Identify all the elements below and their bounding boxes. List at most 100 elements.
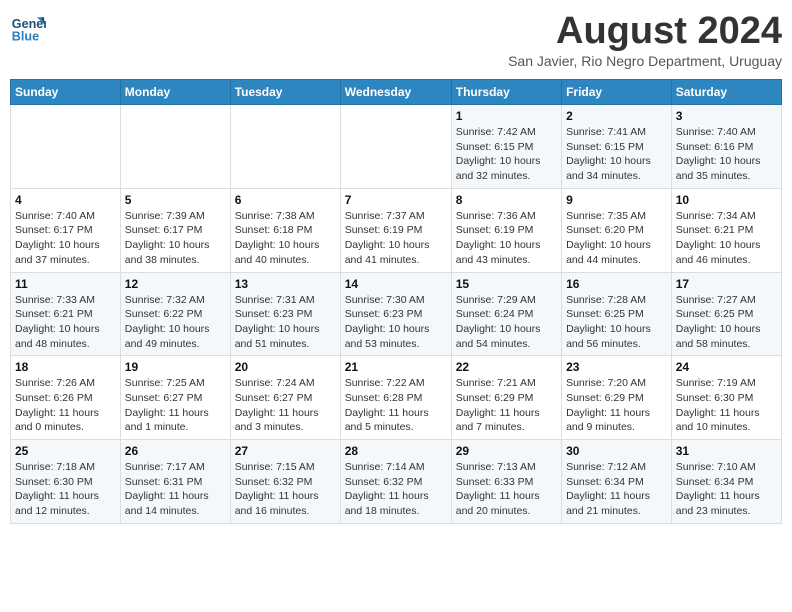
- page-header: General Blue August 2024 San Javier, Rio…: [10, 10, 782, 75]
- day-detail: Sunrise: 7:30 AM Sunset: 6:23 PM Dayligh…: [345, 293, 447, 352]
- calendar-cell: 4 Sunrise: 7:40 AM Sunset: 6:17 PM Daylig…: [11, 188, 121, 272]
- calendar-cell: 23Sunrise: 7:20 AM Sunset: 6:29 PM Dayli…: [562, 356, 672, 440]
- column-header-wednesday: Wednesday: [340, 80, 451, 105]
- title-block: August 2024 San Javier, Rio Negro Depart…: [508, 10, 782, 75]
- month-title: August 2024: [508, 10, 782, 53]
- day-detail: Sunrise: 7:15 AM Sunset: 6:32 PM Dayligh…: [235, 460, 336, 519]
- day-number: 6: [235, 193, 336, 207]
- calendar-cell: 21 Sunrise: 7:22 AM Sunset: 6:28 PM Dayli…: [340, 356, 451, 440]
- calendar-cell: 27 Sunrise: 7:15 AM Sunset: 6:32 PM Dayli…: [230, 440, 340, 524]
- column-header-friday: Friday: [562, 80, 672, 105]
- day-number: 7: [345, 193, 447, 207]
- calendar-week-1: 1 Sunrise: 7:42 AM Sunset: 6:15 PM Daylig…: [11, 105, 782, 189]
- day-number: 29: [456, 444, 557, 458]
- column-header-thursday: Thursday: [451, 80, 561, 105]
- calendar-cell: 17 Sunrise: 7:27 AM Sunset: 6:25 PM Dayli…: [671, 272, 781, 356]
- day-detail: Sunrise: 7:32 AM Sunset: 6:22 PM Dayligh…: [125, 293, 226, 352]
- day-detail: Sunrise: 7:35 AM Sunset: 6:20 PM Dayligh…: [566, 209, 667, 268]
- day-detail: Sunrise: 7:34 AM Sunset: 6:21 PM Dayligh…: [676, 209, 777, 268]
- day-number: 30: [566, 444, 667, 458]
- calendar-cell: 1 Sunrise: 7:42 AM Sunset: 6:15 PM Daylig…: [451, 105, 561, 189]
- svg-text:Blue: Blue: [12, 30, 39, 44]
- day-number: 24: [676, 360, 777, 374]
- day-number: 14: [345, 277, 447, 291]
- day-number: 13: [235, 277, 336, 291]
- day-number: 1: [456, 109, 557, 123]
- calendar-cell: 18 Sunrise: 7:26 AM Sunset: 6:26 PM Dayli…: [11, 356, 121, 440]
- calendar-cell: 20 Sunrise: 7:24 AM Sunset: 6:27 PM Dayli…: [230, 356, 340, 440]
- calendar-cell: 24 Sunrise: 7:19 AM Sunset: 6:30 PM Dayli…: [671, 356, 781, 440]
- calendar-week-4: 18 Sunrise: 7:26 AM Sunset: 6:26 PM Dayli…: [11, 356, 782, 440]
- day-detail: Sunrise: 7:40 AM Sunset: 6:16 PM Dayligh…: [676, 125, 777, 184]
- day-number: 19: [125, 360, 226, 374]
- calendar-cell: 8 Sunrise: 7:36 AM Sunset: 6:19 PM Daylig…: [451, 188, 561, 272]
- day-detail: Sunrise: 7:36 AM Sunset: 6:19 PM Dayligh…: [456, 209, 557, 268]
- day-detail: Sunrise: 7:28 AM Sunset: 6:25 PM Dayligh…: [566, 293, 667, 352]
- day-number: 21: [345, 360, 447, 374]
- calendar-cell: 15 Sunrise: 7:29 AM Sunset: 6:24 PM Dayli…: [451, 272, 561, 356]
- day-number: 26: [125, 444, 226, 458]
- column-header-sunday: Sunday: [11, 80, 121, 105]
- day-detail: Sunrise: 7:26 AM Sunset: 6:26 PM Dayligh…: [15, 376, 116, 435]
- day-number: 22: [456, 360, 557, 374]
- day-detail: Sunrise: 7:42 AM Sunset: 6:15 PM Dayligh…: [456, 125, 557, 184]
- day-detail: Sunrise: 7:19 AM Sunset: 6:30 PM Dayligh…: [676, 376, 777, 435]
- day-number: 10: [676, 193, 777, 207]
- day-number: 20: [235, 360, 336, 374]
- day-detail: Sunrise: 7:10 AM Sunset: 6:34 PM Dayligh…: [676, 460, 777, 519]
- calendar-cell: 30Sunrise: 7:12 AM Sunset: 6:34 PM Dayli…: [562, 440, 672, 524]
- day-detail: Sunrise: 7:40 AM Sunset: 6:17 PM Dayligh…: [15, 209, 116, 268]
- day-detail: Sunrise: 7:39 AM Sunset: 6:17 PM Dayligh…: [125, 209, 226, 268]
- calendar-cell: 29 Sunrise: 7:13 AM Sunset: 6:33 PM Dayli…: [451, 440, 561, 524]
- calendar-week-2: 4 Sunrise: 7:40 AM Sunset: 6:17 PM Daylig…: [11, 188, 782, 272]
- day-detail: Sunrise: 7:21 AM Sunset: 6:29 PM Dayligh…: [456, 376, 557, 435]
- calendar-cell: 22 Sunrise: 7:21 AM Sunset: 6:29 PM Dayli…: [451, 356, 561, 440]
- day-detail: Sunrise: 7:24 AM Sunset: 6:27 PM Dayligh…: [235, 376, 336, 435]
- calendar-cell: 9 Sunrise: 7:35 AM Sunset: 6:20 PM Daylig…: [562, 188, 672, 272]
- day-number: 16: [566, 277, 667, 291]
- day-number: 25: [15, 444, 116, 458]
- day-detail: Sunrise: 7:37 AM Sunset: 6:19 PM Dayligh…: [345, 209, 447, 268]
- calendar-table: SundayMondayTuesdayWednesdayThursdayFrid…: [10, 79, 782, 524]
- day-number: 4: [15, 193, 116, 207]
- day-number: 18: [15, 360, 116, 374]
- day-number: 28: [345, 444, 447, 458]
- calendar-cell: 2 Sunrise: 7:41 AM Sunset: 6:15 PM Daylig…: [562, 105, 672, 189]
- day-number: 9: [566, 193, 667, 207]
- day-number: 15: [456, 277, 557, 291]
- day-detail: Sunrise: 7:29 AM Sunset: 6:24 PM Dayligh…: [456, 293, 557, 352]
- day-detail: Sunrise: 7:13 AM Sunset: 6:33 PM Dayligh…: [456, 460, 557, 519]
- calendar-cell: [340, 105, 451, 189]
- day-detail: Sunrise: 7:22 AM Sunset: 6:28 PM Dayligh…: [345, 376, 447, 435]
- calendar-cell: 26 Sunrise: 7:17 AM Sunset: 6:31 PM Dayli…: [120, 440, 230, 524]
- day-detail: Sunrise: 7:17 AM Sunset: 6:31 PM Dayligh…: [125, 460, 226, 519]
- calendar-cell: [120, 105, 230, 189]
- calendar-cell: 19Sunrise: 7:25 AM Sunset: 6:27 PM Dayli…: [120, 356, 230, 440]
- day-detail: Sunrise: 7:27 AM Sunset: 6:25 PM Dayligh…: [676, 293, 777, 352]
- day-number: 8: [456, 193, 557, 207]
- day-number: 27: [235, 444, 336, 458]
- calendar-body: 1 Sunrise: 7:42 AM Sunset: 6:15 PM Daylig…: [11, 105, 782, 524]
- calendar-cell: 14 Sunrise: 7:30 AM Sunset: 6:23 PM Dayli…: [340, 272, 451, 356]
- day-number: 11: [15, 277, 116, 291]
- column-header-saturday: Saturday: [671, 80, 781, 105]
- calendar-cell: 10 Sunrise: 7:34 AM Sunset: 6:21 PM Dayli…: [671, 188, 781, 272]
- calendar-cell: 11Sunrise: 7:33 AM Sunset: 6:21 PM Dayli…: [11, 272, 121, 356]
- calendar-cell: [230, 105, 340, 189]
- calendar-cell: 16 Sunrise: 7:28 AM Sunset: 6:25 PM Dayli…: [562, 272, 672, 356]
- logo: General Blue: [10, 10, 46, 46]
- day-detail: Sunrise: 7:14 AM Sunset: 6:32 PM Dayligh…: [345, 460, 447, 519]
- calendar-cell: 6Sunrise: 7:38 AM Sunset: 6:18 PM Daylig…: [230, 188, 340, 272]
- day-number: 23: [566, 360, 667, 374]
- day-number: 17: [676, 277, 777, 291]
- day-number: 2: [566, 109, 667, 123]
- day-number: 5: [125, 193, 226, 207]
- calendar-cell: 7 Sunrise: 7:37 AM Sunset: 6:19 PM Daylig…: [340, 188, 451, 272]
- calendar-cell: 31Sunrise: 7:10 AM Sunset: 6:34 PM Dayli…: [671, 440, 781, 524]
- location-subtitle: San Javier, Rio Negro Department, Urugua…: [508, 53, 782, 69]
- calendar-cell: 25Sunrise: 7:18 AM Sunset: 6:30 PM Dayli…: [11, 440, 121, 524]
- day-detail: Sunrise: 7:41 AM Sunset: 6:15 PM Dayligh…: [566, 125, 667, 184]
- calendar-cell: 13 Sunrise: 7:31 AM Sunset: 6:23 PM Dayli…: [230, 272, 340, 356]
- calendar-cell: [11, 105, 121, 189]
- day-detail: Sunrise: 7:31 AM Sunset: 6:23 PM Dayligh…: [235, 293, 336, 352]
